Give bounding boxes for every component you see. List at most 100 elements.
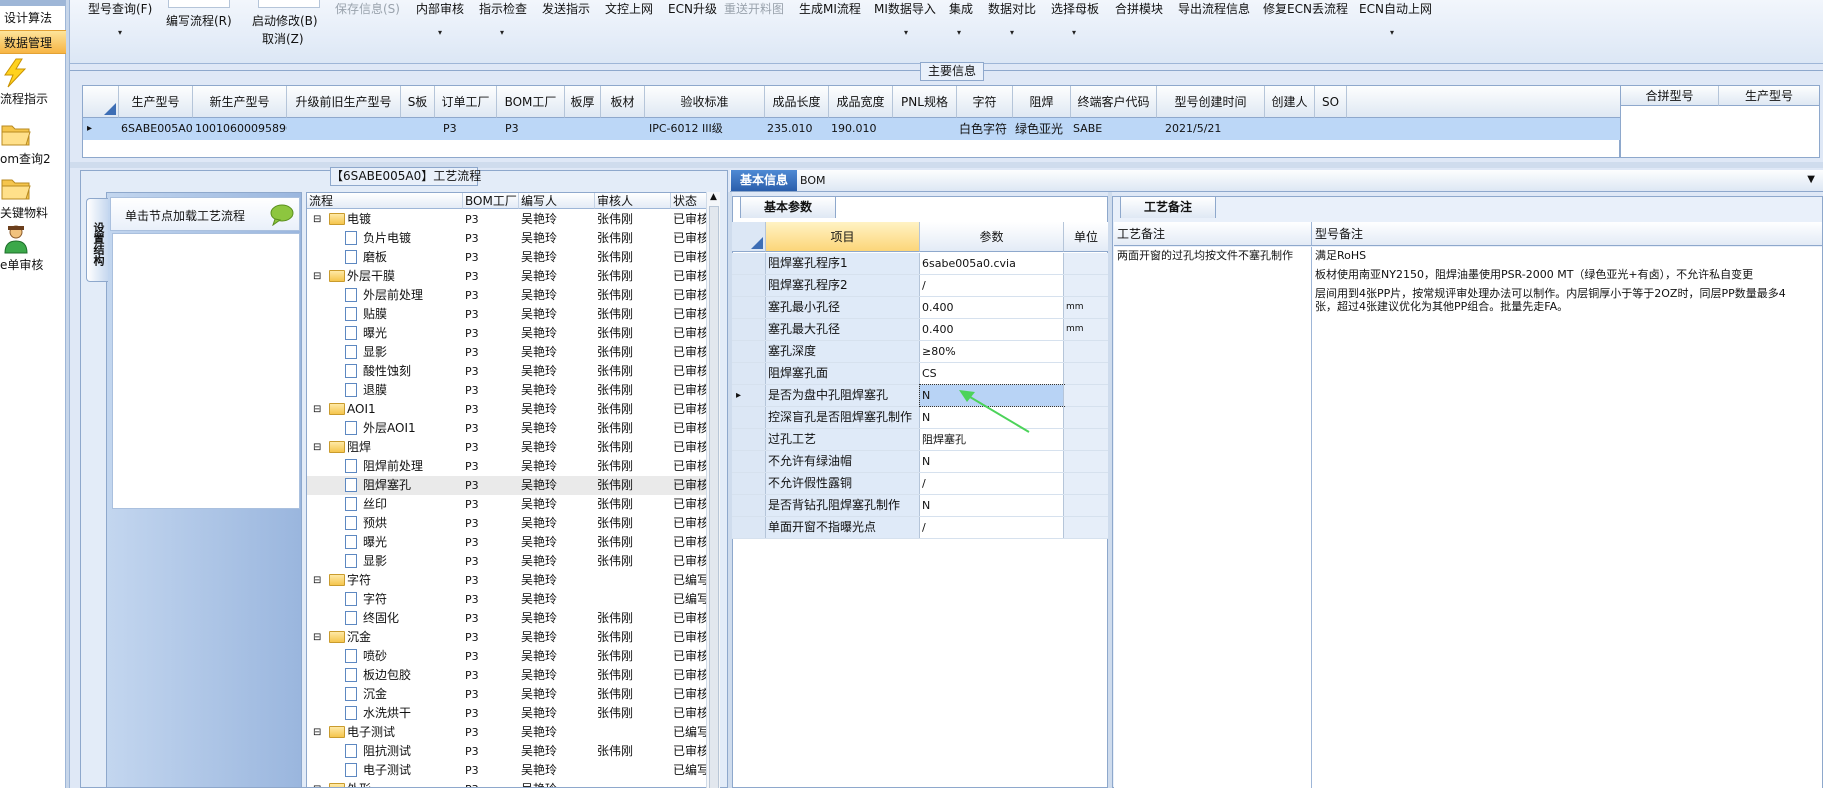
tree-row[interactable]: 贴膜 P3 吴艳玲 张伟刚 已审核 <box>307 305 709 324</box>
param-row[interactable]: 阻焊塞孔面 CS <box>732 363 1108 385</box>
param-value-field[interactable]: 0.400 <box>920 297 1064 318</box>
cell-thickness[interactable] <box>565 118 601 140</box>
tree-scrollbar[interactable]: ▲ <box>706 192 720 788</box>
col-header[interactable]: PNL规格 <box>893 86 957 118</box>
cell-created-time[interactable]: 2021/5/21 <box>1157 118 1265 140</box>
chevron-down-icon[interactable]: ▾ <box>904 28 908 37</box>
collapse-icon[interactable]: ⊟ <box>313 723 321 742</box>
tree-row[interactable]: 预烘 P3 吴艳玲 张伟刚 已审核 <box>307 514 709 533</box>
cell-customer-code[interactable]: SABE <box>1071 118 1157 140</box>
col-header[interactable]: S板 <box>401 86 435 118</box>
param-row[interactable]: ▸ 是否为盘中孔阻焊塞孔 N <box>732 384 1108 407</box>
tree-row[interactable]: 板边包胶 P3 吴艳玲 张伟刚 已审核 <box>307 666 709 685</box>
cell-so[interactable] <box>1315 118 1347 140</box>
col-header[interactable]: 合拼型号 <box>1621 86 1719 106</box>
tree-row[interactable]: ⊟ 电子测试 P3 吴艳玲 已编写 <box>307 723 709 742</box>
col-header[interactable]: SO <box>1315 86 1347 118</box>
tree-col-header[interactable]: 状态 <box>671 193 711 209</box>
mi-data-import-button[interactable]: MI数据导入 <box>874 0 936 20</box>
cell-char[interactable]: 白色字符 <box>957 118 1013 140</box>
notes-header-model[interactable]: 型号备注 <box>1312 222 1822 246</box>
param-row[interactable]: 过孔工艺 阻焊塞孔 <box>732 429 1108 451</box>
cell-width[interactable]: 190.010 <box>829 118 893 140</box>
tree-row[interactable]: 外层AOI1 P3 吴艳玲 张伟刚 已审核 <box>307 419 709 438</box>
tab-basic-params[interactable]: 基本参数 <box>740 196 836 218</box>
cell-pnl[interactable] <box>893 118 957 140</box>
row-indicator[interactable] <box>732 429 766 450</box>
tree-row[interactable]: 显影 P3 吴艳玲 张伟刚 已审核 <box>307 343 709 362</box>
tree-row[interactable]: 阻抗测试 P3 吴艳玲 张伟刚 已审核 <box>307 742 709 761</box>
send-instruction-button[interactable]: 发送指示 <box>542 0 590 20</box>
tree-row[interactable]: 字符 P3 吴艳玲 已编写 <box>307 590 709 609</box>
col-header[interactable]: 成品长度 <box>765 86 829 118</box>
param-row[interactable]: 控深盲孔是否阻焊塞孔制作 N <box>732 407 1108 429</box>
tree-row[interactable]: ⊟ 字符 P3 吴艳玲 已编写 <box>307 571 709 590</box>
param-value-field[interactable]: / <box>920 275 1064 296</box>
tree-row[interactable]: 负片电镀 P3 吴艳玲 张伟刚 已审核 <box>307 229 709 248</box>
cell-solder-mask[interactable]: 绿色亚光 <box>1013 118 1071 140</box>
col-header[interactable]: 创建人 <box>1265 86 1315 118</box>
tab-process-notes[interactable]: 工艺备注 <box>1120 196 1216 218</box>
chevron-down-icon[interactable]: ▾ <box>118 28 122 37</box>
collapse-icon[interactable]: ⊟ <box>313 400 321 419</box>
param-row[interactable]: 塞孔深度 ≥80% <box>732 341 1108 363</box>
param-value-field[interactable]: CS <box>920 363 1064 384</box>
tree-row[interactable]: 显影 P3 吴艳玲 张伟刚 已审核 <box>307 552 709 571</box>
nav-item-bom-query[interactable]: om查询2 <box>0 118 66 172</box>
param-row[interactable]: 塞孔最大孔径 0.400 mm <box>732 319 1108 341</box>
param-row[interactable]: 单面开窗不指曝光点 / <box>732 517 1108 539</box>
chevron-down-icon[interactable]: ▼ <box>1807 174 1815 185</box>
tree-row[interactable]: 磨板 P3 吴艳玲 张伟刚 已审核 <box>307 248 709 267</box>
col-header[interactable]: 新生产型号 <box>193 86 287 118</box>
col-header[interactable]: 板材 <box>601 86 645 118</box>
collapse-icon[interactable]: ⊟ <box>313 628 321 647</box>
param-row[interactable]: 阻焊塞孔程序2/ <box>732 275 1108 297</box>
collapse-icon[interactable]: ⊟ <box>313 438 321 457</box>
tree-row[interactable]: 阻焊前处理 P3 吴艳玲 张伟刚 已审核 <box>307 457 709 476</box>
tree-row[interactable]: 曝光 P3 吴艳玲 张伟刚 已审核 <box>307 324 709 343</box>
model-query-button[interactable]: 型号查询(F) <box>88 0 152 20</box>
structure-vertical-tab[interactable]: 设置结构 <box>86 198 108 282</box>
collapse-icon[interactable]: ⊟ <box>313 210 321 229</box>
collapse-icon[interactable]: ⊟ <box>313 267 321 286</box>
tree-row[interactable]: 终固化 P3 吴艳玲 张伟刚 已审核 <box>307 609 709 628</box>
resend-cutting-button[interactable]: 重送开料图 <box>724 0 784 20</box>
row-indicator[interactable] <box>732 407 766 428</box>
tab-basic-info[interactable]: 基本信息 <box>731 170 797 191</box>
tree-row[interactable]: 水洗烘干 P3 吴艳玲 张伟刚 已审核 <box>307 704 709 723</box>
nav-item-audit[interactable]: e单审核 <box>0 224 66 278</box>
scroll-up-icon[interactable]: ▲ <box>710 192 717 202</box>
tree-col-header[interactable]: 流程 <box>307 193 463 209</box>
merge-module-button[interactable]: 合拼模块 <box>1115 0 1163 20</box>
nav-item-key-material[interactable]: 关键物料 <box>0 172 66 226</box>
chevron-down-icon[interactable]: ▾ <box>1390 28 1394 37</box>
cell-model[interactable]: 6SABE005A0 <box>119 118 193 140</box>
cancel-button[interactable]: 取消(Z) <box>262 30 304 47</box>
tree-row[interactable]: 沉金 P3 吴艳玲 张伟刚 已审核 <box>307 685 709 704</box>
nav-item-flow-instruction[interactable]: 流程指示 <box>0 58 66 112</box>
row-indicator[interactable] <box>732 363 766 384</box>
node-list[interactable] <box>112 233 300 509</box>
chevron-down-icon[interactable]: ▾ <box>500 28 504 37</box>
param-value-field[interactable]: / <box>920 473 1064 494</box>
cell-standard[interactable]: IPC-6012 III级 <box>645 118 765 140</box>
tree-col-header[interactable]: 编写人 <box>519 193 595 209</box>
cell-bom-factory[interactable]: P3 <box>497 118 565 140</box>
tab-bom[interactable]: BOM <box>800 170 840 191</box>
col-header[interactable]: 验收标准 <box>645 86 765 118</box>
col-header[interactable]: 生产型号 <box>119 86 193 118</box>
param-value-field[interactable]: 0.400 <box>920 319 1064 340</box>
tree-row[interactable]: ⊟ 外形P3吴艳玲 <box>307 780 707 787</box>
chevron-down-icon[interactable]: ▾ <box>438 28 442 37</box>
tree-row[interactable]: ⊟ 阻焊 P3 吴艳玲 张伟刚 已审核 <box>307 438 709 457</box>
col-header[interactable]: BOM工厂 <box>497 86 565 118</box>
tree-row[interactable]: 阻焊塞孔 P3 吴艳玲 张伟刚 已审核 <box>307 476 709 495</box>
col-header[interactable]: 板厚 <box>565 86 601 118</box>
col-header[interactable]: 阻焊 <box>1013 86 1071 118</box>
col-header[interactable]: 成品宽度 <box>829 86 893 118</box>
internal-audit-button[interactable]: 内部审核 <box>416 0 464 20</box>
params-corner[interactable] <box>732 222 766 252</box>
chevron-down-icon[interactable]: ▾ <box>1010 28 1014 37</box>
row-indicator[interactable] <box>732 341 766 362</box>
row-indicator[interactable] <box>732 517 766 538</box>
